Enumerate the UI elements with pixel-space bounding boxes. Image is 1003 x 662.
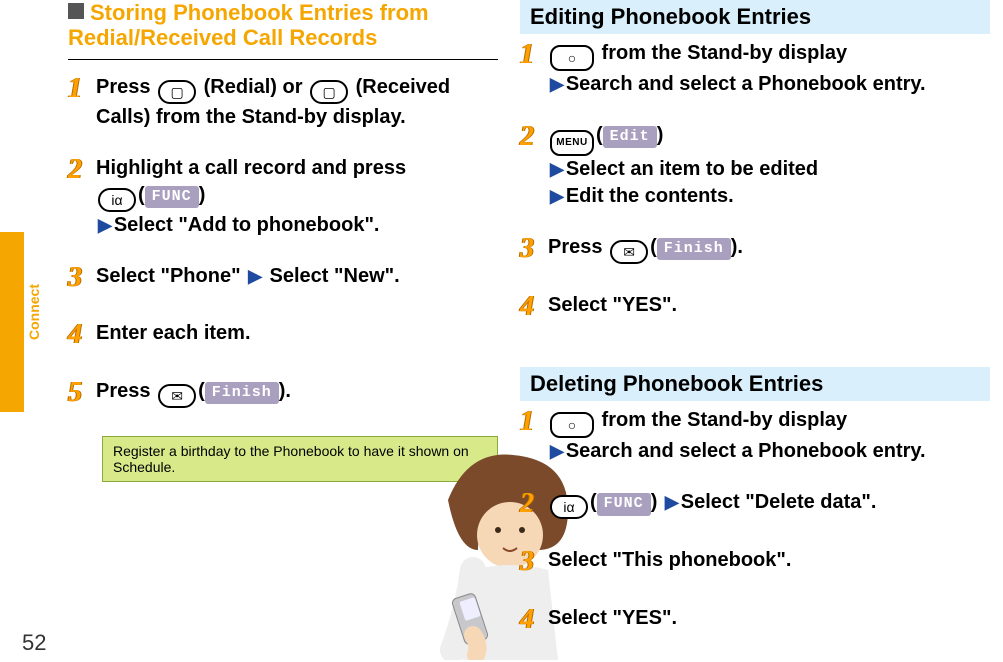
arrow-icon: ▶	[550, 159, 564, 179]
left-margin: Connect 52	[0, 0, 60, 660]
heading-square-bullet	[68, 3, 84, 19]
arrow-icon: ▶	[550, 186, 564, 206]
deleting-heading: Deleting Phonebook Entries	[520, 367, 990, 401]
del-step-2: 2 iα(FUNC) ▶Select "Delete data".	[520, 489, 990, 523]
text: (Redial) or	[204, 76, 308, 98]
edit-step-3: 3 Press ✉(Finish).	[520, 234, 990, 268]
step-body: Press ✉(Finish).	[548, 234, 990, 264]
text: .	[285, 380, 291, 402]
step-number: 2	[520, 118, 548, 156]
step-body: Select "YES".	[548, 292, 990, 319]
step-body: iα(FUNC) ▶Select "Delete data".	[548, 489, 990, 519]
glyph: ○	[568, 418, 576, 432]
glyph: ▢	[322, 85, 335, 99]
step-number: 5	[68, 374, 96, 412]
left-step-1: 1 Press ▢ (Redial) or ▢ (Received Calls)…	[68, 74, 498, 131]
text: Press	[96, 380, 156, 402]
step-number: 4	[68, 316, 96, 354]
left-step-3: 3 Select "Phone" ▶ Select "New".	[68, 263, 498, 297]
page-number: 52	[22, 630, 46, 656]
text: Select "Delete data".	[681, 491, 877, 513]
softkey-label: FUNC	[597, 493, 651, 515]
text: .	[737, 236, 743, 258]
arrow-icon: ▶	[550, 74, 564, 94]
right-column: Editing Phonebook Entries 1 ○ from the S…	[520, 0, 990, 639]
text: Press	[548, 236, 608, 258]
glyph: ✉	[623, 245, 635, 259]
i-alpha-key-icon: iα	[550, 495, 588, 519]
step-body: ○ from the Stand-by display ▶Search and …	[548, 407, 990, 465]
glyph: ○	[568, 51, 576, 65]
del-step-1: 1 ○ from the Stand-by display ▶Search an…	[520, 407, 990, 465]
step-body: MENU( Edit ) ▶Select an item to be edite…	[548, 122, 990, 210]
section-color-tab	[0, 232, 24, 412]
arrow-icon: ▶	[248, 266, 262, 286]
menu-key-icon: MENU	[550, 130, 594, 156]
softkey-label: Edit	[603, 126, 657, 148]
text: Select "Add to phonebook".	[114, 214, 380, 236]
section-vertical-label: Connect	[26, 284, 42, 340]
mail-key-icon: ✉	[158, 384, 196, 408]
step-number: 1	[68, 70, 96, 108]
left-heading: Storing Phonebook Entries from Redial/Re…	[68, 0, 498, 51]
text: from the Stand-by display	[596, 409, 847, 431]
step-number: 2	[520, 485, 548, 523]
glyph: ▢	[170, 85, 183, 99]
editing-heading: Editing Phonebook Entries	[520, 0, 990, 34]
arrow-icon: ▶	[550, 441, 564, 461]
edit-step-1: 1 ○ from the Stand-by display ▶Search an…	[520, 40, 990, 98]
step-number: 1	[520, 36, 548, 74]
del-step-3: 3 Select "This phonebook".	[520, 547, 990, 581]
left-step-4: 4 Enter each item.	[68, 320, 498, 354]
glyph: iα	[563, 500, 574, 514]
heading-rule	[68, 59, 498, 60]
spacer	[520, 349, 990, 367]
step-number: 2	[68, 151, 96, 189]
step-body: Press ✉(Finish).	[96, 378, 498, 408]
glyph: ✉	[171, 389, 183, 403]
text: Press	[96, 76, 156, 98]
text: Search and select a Phonebook entry.	[566, 73, 926, 95]
down-key-icon: ○	[550, 45, 594, 71]
left-step-2: 2 Highlight a call record and press iα(F…	[68, 155, 498, 239]
text: Highlight a call record and press	[96, 157, 406, 179]
step-number: 3	[68, 259, 96, 297]
text: Select an item to be edited	[566, 158, 818, 180]
step-number: 4	[520, 601, 548, 639]
i-alpha-key-icon: iα	[98, 188, 136, 212]
arrow-icon: ▶	[665, 492, 679, 512]
step-body: ○ from the Stand-by display ▶Search and …	[548, 40, 990, 98]
mail-key-icon: ✉	[610, 240, 648, 264]
edit-step-4: 4 Select "YES".	[520, 292, 990, 326]
text: Select "Phone"	[96, 265, 241, 287]
step-body: Highlight a call record and press iα(FUN…	[96, 155, 498, 239]
left-step-5: 5 Press ✉(Finish).	[68, 378, 498, 412]
step-body: Select "YES".	[548, 605, 990, 632]
step-body: Select "Phone" ▶ Select "New".	[96, 263, 498, 290]
text: Select "New".	[270, 265, 400, 287]
softkey-label: Finish	[205, 382, 279, 404]
left-column: Storing Phonebook Entries from Redial/Re…	[68, 0, 498, 482]
step-body: Enter each item.	[96, 320, 498, 347]
step-body: Select "This phonebook".	[548, 547, 990, 574]
softkey-label: Finish	[657, 238, 731, 260]
right-key-icon: ▢	[158, 80, 196, 104]
arrow-icon: ▶	[98, 215, 112, 235]
step-number: 4	[520, 288, 548, 326]
step-body: Press ▢ (Redial) or ▢ (Received Calls) f…	[96, 74, 498, 131]
step-number: 3	[520, 230, 548, 268]
left-key-icon: ▢	[310, 80, 348, 104]
softkey-label: FUNC	[145, 186, 199, 208]
down-key-icon: ○	[550, 412, 594, 438]
text: from the Stand-by display	[596, 42, 847, 64]
edit-step-2: 2 MENU( Edit ) ▶Select an item to be edi…	[520, 122, 990, 210]
text: Edit the contents.	[566, 185, 734, 207]
step-number: 1	[520, 403, 548, 441]
del-step-4: 4 Select "YES".	[520, 605, 990, 639]
text: Search and select a Phonebook entry.	[566, 440, 926, 462]
glyph: iα	[111, 193, 122, 207]
left-heading-text: Storing Phonebook Entries from Redial/Re…	[68, 0, 429, 50]
step-number: 3	[520, 543, 548, 581]
